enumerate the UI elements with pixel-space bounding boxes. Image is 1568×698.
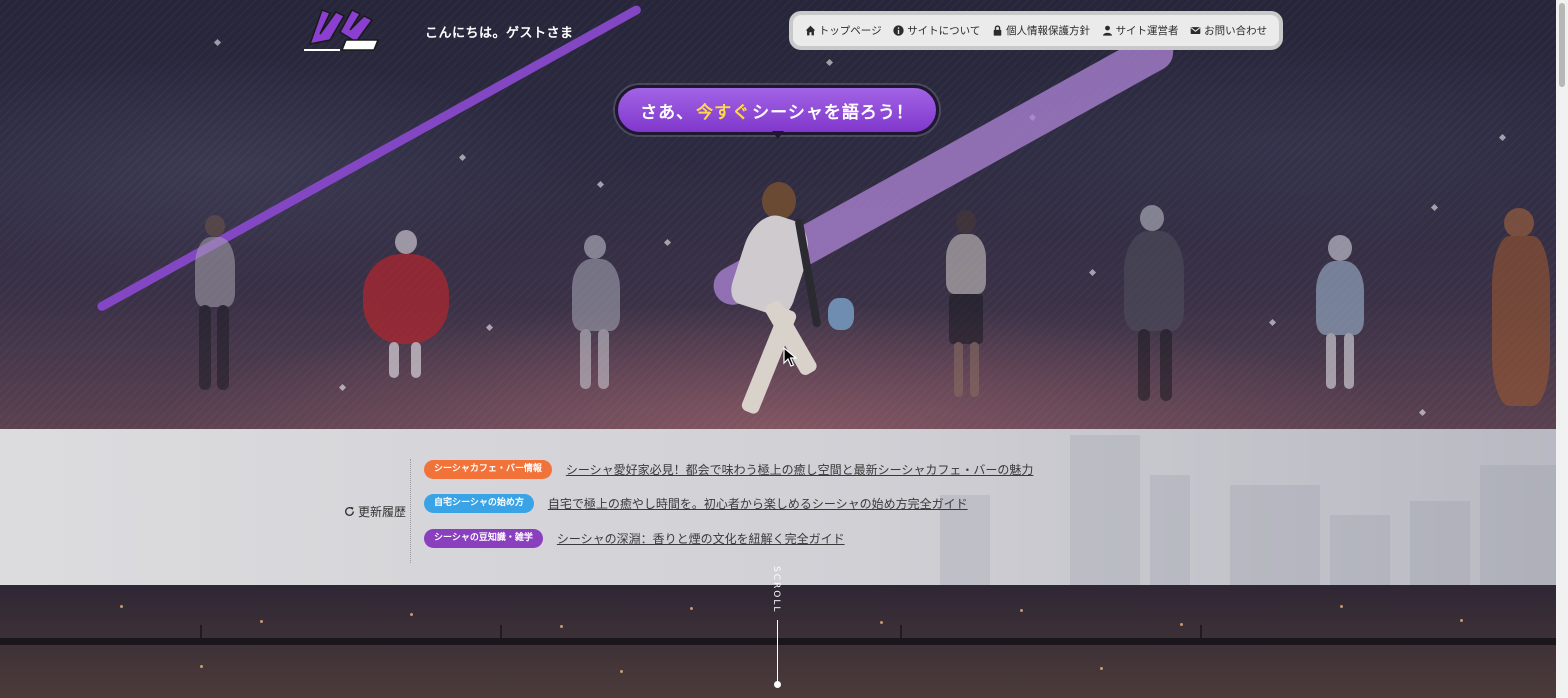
- refresh-icon: [345, 506, 354, 516]
- city-light: [1460, 619, 1463, 622]
- main-navigation: トップページ サイトについて 個人情報保護方針 サイト運営者 お問い合わせ: [789, 11, 1283, 50]
- background-building: [1070, 435, 1140, 585]
- speech-bubble-tail: [772, 131, 784, 139]
- bridge-post: [900, 625, 902, 638]
- nav-item-label: サイトについて: [907, 25, 981, 37]
- scroll-indicator-dot: [774, 681, 781, 688]
- nav-item-about[interactable]: サイトについて: [893, 23, 980, 38]
- hero-banner: [0, 0, 1556, 429]
- bubble-highlight: 今すぐ: [696, 102, 751, 123]
- hero-speech-bubble: さあ、 今すぐ シーシャを語ろう！: [615, 85, 939, 135]
- city-light: [620, 670, 623, 673]
- character-illustration: [355, 230, 455, 380]
- nav-item-label: トップページ: [818, 25, 882, 37]
- bubble-prefix: さあ、: [640, 102, 695, 123]
- character-illustration: [566, 235, 626, 395]
- city-light: [1180, 623, 1183, 626]
- background-building: [1330, 515, 1390, 585]
- background-building: [1480, 465, 1556, 585]
- news-item: シーシャの豆知識・雑学 シーシャの深淵：香りと煙の文化を紐解く完全ガイド: [424, 529, 845, 548]
- character-illustration: [940, 210, 990, 400]
- update-divider: [410, 459, 411, 563]
- main-character-illustration: [700, 178, 860, 429]
- city-light: [1020, 609, 1023, 612]
- nav-item-privacy-policy[interactable]: 個人情報保護方針: [992, 23, 1090, 38]
- background-building: [1230, 485, 1320, 585]
- mouse-cursor-icon: [783, 347, 797, 367]
- background-building: [1410, 501, 1470, 585]
- site-logo[interactable]: [300, 4, 384, 56]
- nav-item-contact[interactable]: お問い合わせ: [1190, 23, 1267, 38]
- category-badge[interactable]: シーシャカフェ・バー情報: [424, 460, 552, 479]
- scrollbar-thumb[interactable]: [1559, 3, 1565, 87]
- user-icon: [1102, 25, 1112, 36]
- category-badge[interactable]: 自宅シーシャの始め方: [424, 494, 534, 513]
- lock-icon: [993, 25, 1002, 36]
- info-icon: [893, 25, 904, 36]
- news-item: シーシャカフェ・バー情報 シーシャ愛好家必見！都会で味わう極上の癒し空間と最新シ…: [424, 460, 1033, 479]
- bridge-post: [200, 625, 202, 638]
- greeting-text: こんにちは。ゲストさま: [425, 26, 574, 41]
- news-link[interactable]: シーシャの深淵：香りと煙の文化を紐解く完全ガイド: [557, 530, 845, 547]
- nav-item-top-page[interactable]: トップページ: [805, 23, 882, 38]
- city-light: [120, 605, 123, 608]
- news-link[interactable]: シーシャ愛好家必見！都会で味わう極上の癒し空間と最新シーシャカフェ・バーの魅力: [566, 461, 1034, 478]
- city-light: [880, 621, 883, 624]
- character-illustration: [1486, 200, 1556, 410]
- city-light: [560, 625, 563, 628]
- nav-item-operator[interactable]: サイト運営者: [1102, 23, 1179, 38]
- bridge-silhouette: [0, 638, 1556, 645]
- scroll-indicator-text: SCROLL: [771, 566, 781, 614]
- character-illustration: [185, 215, 245, 395]
- nav-item-label: サイト運営者: [1115, 25, 1179, 37]
- nav-item-label: 個人情報保護方針: [1005, 25, 1090, 37]
- city-light: [260, 620, 263, 623]
- home-icon: [805, 25, 816, 36]
- city-light: [410, 613, 413, 616]
- city-light: [200, 665, 203, 668]
- bridge-post: [1200, 625, 1202, 638]
- scroll-indicator-line: [777, 620, 778, 684]
- page: こんにちは。ゲストさま トップページ サイトについて 個人情報保護方針 サイト運…: [0, 0, 1568, 698]
- update-history-label: 更新履歴: [344, 503, 406, 520]
- bubble-suffix: シーシャを語ろう！: [752, 102, 914, 123]
- character-illustration: [1110, 205, 1200, 405]
- city-light: [1340, 605, 1343, 608]
- bridge-post: [500, 625, 502, 638]
- character-illustration: [1310, 235, 1370, 395]
- news-link[interactable]: 自宅で極上の癒やし時間を。初心者から楽しめるシーシャの始め方完全ガイド: [548, 495, 968, 512]
- news-item: 自宅シーシャの始め方 自宅で極上の癒やし時間を。初心者から楽しめるシーシャの始め…: [424, 494, 968, 513]
- city-light: [690, 607, 693, 610]
- nav-item-label: お問い合わせ: [1204, 25, 1268, 37]
- mail-icon: [1190, 27, 1201, 34]
- category-badge[interactable]: シーシャの豆知識・雑学: [424, 529, 543, 548]
- vertical-scrollbar[interactable]: [1556, 0, 1568, 698]
- background-building: [1150, 475, 1190, 585]
- city-light: [1100, 667, 1103, 670]
- logo-mark-icon: [304, 9, 380, 51]
- update-history-text: 更新履歴: [358, 505, 407, 519]
